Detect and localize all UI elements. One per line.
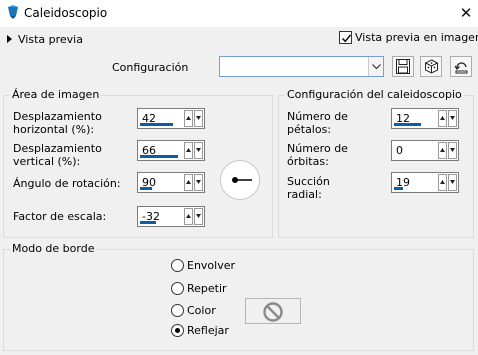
rotation-angle-label: Ángulo de rotación: xyxy=(13,177,121,190)
orbit-count-spinbox[interactable]: 0 xyxy=(391,140,459,161)
checkmark-icon xyxy=(342,34,352,43)
vertical-offset-spinbox[interactable]: 66 xyxy=(137,140,205,161)
scale-factor-label: Factor de escala: xyxy=(13,210,107,223)
decrement-button[interactable] xyxy=(194,208,203,225)
petal-count-slider[interactable] xyxy=(394,123,421,126)
arrow-down-icon xyxy=(450,148,455,152)
rotation-needle-icon xyxy=(232,177,252,183)
reset-defaults-button[interactable] xyxy=(450,56,472,77)
dropdown-button[interactable] xyxy=(368,57,383,76)
horizontal-offset-label: Desplazamiento horizontal (%): xyxy=(13,110,102,136)
arrow-up-icon xyxy=(186,148,191,152)
petal-count-spinbox[interactable]: 12 xyxy=(391,108,459,129)
arrow-down-icon xyxy=(196,148,201,152)
radio-circle[interactable] xyxy=(171,282,184,295)
kaleidoscope-app-icon xyxy=(8,5,18,19)
radio-dot xyxy=(175,328,180,333)
radio-label-wrap: Envolver xyxy=(187,259,236,272)
arrow-up-icon xyxy=(186,180,191,184)
reset-icon xyxy=(454,62,468,74)
disabled-icon xyxy=(263,302,283,322)
chevron-down-icon xyxy=(372,64,381,69)
horizontal-offset-spinbox[interactable]: 42 xyxy=(137,108,205,129)
increment-button[interactable] xyxy=(184,142,193,159)
radial-suction-spinbox[interactable]: 19 xyxy=(391,172,459,193)
horizontal-offset-slider[interactable] xyxy=(140,123,173,126)
orbit-count-label: Número de órbitas: xyxy=(287,142,348,168)
arrow-down-icon xyxy=(450,116,455,120)
arrow-down-icon xyxy=(196,116,201,120)
vertical-offset-slider[interactable] xyxy=(140,155,178,158)
close-button[interactable]: ✕ xyxy=(454,1,478,25)
increment-button[interactable] xyxy=(438,142,447,159)
radio-label-reflect: Reflejar xyxy=(187,324,229,337)
image-area-title: Área de imagen xyxy=(10,88,102,101)
save-icon xyxy=(396,59,410,74)
save-preset-button[interactable] xyxy=(392,56,414,77)
border-mode-group: Modo de borde xyxy=(3,242,474,351)
scale-factor-slider[interactable] xyxy=(140,221,156,224)
radial-suction-label: Succión radial: xyxy=(287,175,330,201)
config-label: Configuración xyxy=(112,61,189,74)
radio-circle[interactable] xyxy=(171,324,184,337)
increment-button[interactable] xyxy=(438,174,447,191)
rotation-angle-spinbox[interactable]: 90 xyxy=(137,172,205,193)
increment-button[interactable] xyxy=(438,110,447,127)
randomize-button[interactable] xyxy=(420,56,442,77)
increment-button[interactable] xyxy=(184,110,193,127)
arrow-up-icon xyxy=(440,148,445,152)
arrow-down-icon xyxy=(196,180,201,184)
decrement-button[interactable] xyxy=(448,174,457,191)
border-color-swatch[interactable] xyxy=(245,298,301,324)
scale-factor-spinbox[interactable]: -32 xyxy=(137,206,205,227)
arrow-down-icon xyxy=(196,214,201,218)
radio-circle[interactable] xyxy=(171,304,184,317)
rotation-angle-slider[interactable] xyxy=(140,187,152,190)
vertical-offset-label: Desplazamiento vertical (%): xyxy=(13,142,102,168)
petal-count-label: Número de pétalos: xyxy=(287,110,348,136)
preview-toggle-label: Vista previa xyxy=(18,33,83,46)
radial-suction-slider[interactable] xyxy=(394,187,403,190)
expand-arrow-icon xyxy=(7,35,12,43)
decrement-button[interactable] xyxy=(448,110,457,127)
decrement-button[interactable] xyxy=(448,142,457,159)
arrow-up-icon xyxy=(440,180,445,184)
arrow-down-icon xyxy=(450,180,455,184)
decrement-button[interactable] xyxy=(194,110,203,127)
arrow-up-icon xyxy=(186,116,191,120)
border-mode-title: Modo de borde xyxy=(10,242,97,255)
live-preview-label: Vista previa en imagen xyxy=(355,31,478,44)
orbit-count-value[interactable]: 0 xyxy=(396,144,403,157)
arrow-up-icon xyxy=(186,214,191,218)
increment-button[interactable] xyxy=(184,174,193,191)
kaleido-config-title: Configuración del caleidoscopio xyxy=(285,88,464,101)
increment-button[interactable] xyxy=(184,208,193,225)
decrement-button[interactable] xyxy=(194,142,203,159)
title-bar: Caleidoscopio ✕ xyxy=(0,0,478,27)
radio-label-color: Color xyxy=(187,304,216,317)
arrow-up-icon xyxy=(440,116,445,120)
decrement-button[interactable] xyxy=(194,174,203,191)
radio-label-repeat: Repetir xyxy=(187,282,227,295)
config-dropdown[interactable] xyxy=(219,56,384,77)
dice-icon xyxy=(425,59,438,74)
checkbox-box[interactable] xyxy=(339,31,352,44)
rotation-dial[interactable] xyxy=(220,160,260,200)
radio-circle[interactable] xyxy=(171,259,184,272)
window-title: Caleidoscopio xyxy=(24,6,108,20)
